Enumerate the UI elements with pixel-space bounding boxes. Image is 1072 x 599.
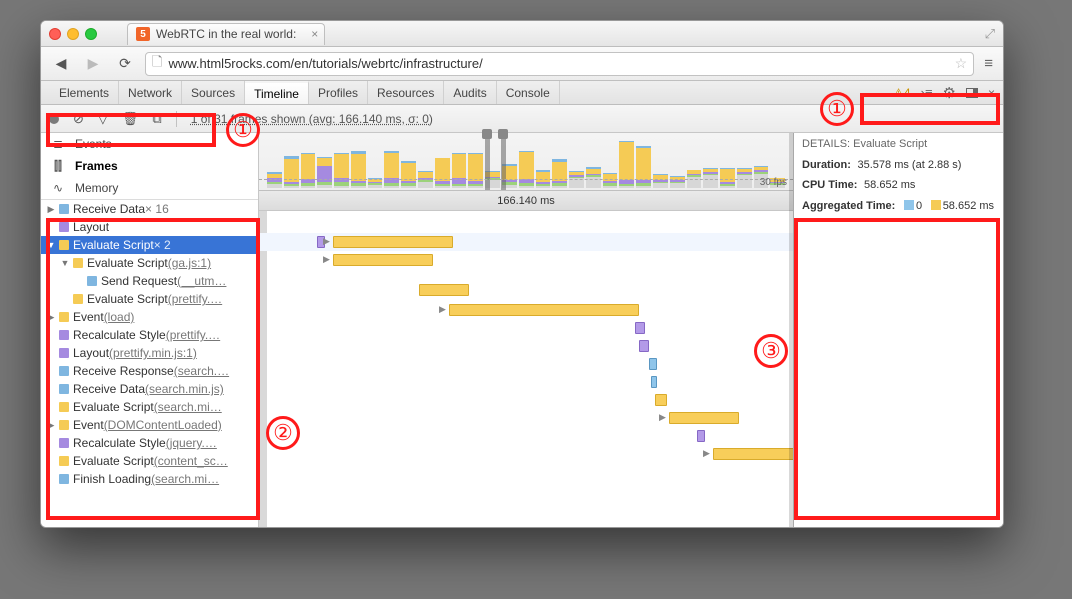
details-title: DETAILS: Evaluate Script (794, 133, 1003, 155)
devtools-panel: ElementsNetworkSourcesTimelineProfilesRe… (41, 81, 1003, 527)
time-ruler: 166.140 ms (259, 190, 793, 210)
url-text: www.html5rocks.com/en/tutorials/webrtc/i… (168, 56, 482, 71)
record-row[interactable]: Receive Data (search.min.js) (41, 380, 258, 398)
site-info-icon[interactable]: 🗋 (152, 53, 162, 75)
close-devtools-icon[interactable]: × (988, 86, 995, 100)
address-bar[interactable]: 🗋 www.html5rocks.com/en/tutorials/webrtc… (145, 52, 974, 76)
chrome-menu-icon[interactable]: ≡ (982, 55, 995, 72)
timeline-sidebar: ≣Events ⫿⫿Frames ∿Memory ▶Receive Data ×… (41, 133, 259, 527)
dock-side-icon[interactable] (966, 88, 978, 98)
events-icon: ≣ (49, 137, 67, 151)
zoom-window-icon[interactable] (85, 28, 97, 40)
devtools-tab-console[interactable]: Console (497, 81, 560, 104)
details-cpu-time: 58.652 ms (864, 179, 915, 191)
view-frames[interactable]: ⫿⫿Frames (41, 155, 258, 177)
record-row[interactable]: Evaluate Script (content_sc… (41, 452, 258, 470)
record-button[interactable] (49, 114, 59, 124)
records-list[interactable]: ▶Receive Data × 16Layout▼Evaluate Script… (41, 200, 258, 527)
devtools-tab-resources[interactable]: Resources (368, 81, 444, 104)
flame-chart-toggle[interactable]: ⧉ (152, 111, 161, 127)
timeline-toolbar: ⊘ ▽ 🗑 ⧉ 1 of 31 frames shown (avg: 166.1… (41, 105, 1003, 133)
devtools-tab-sources[interactable]: Sources (182, 81, 245, 104)
back-button[interactable]: ◀ (49, 53, 73, 75)
record-row[interactable]: Evaluate Script (search.mi… (41, 398, 258, 416)
devtools-tab-elements[interactable]: Elements (41, 81, 119, 104)
record-row[interactable]: Recalculate Style (jquery.… (41, 434, 258, 452)
browser-toolbar: ◀ ▶ ⟳ 🗋 www.html5rocks.com/en/tutorials/… (41, 47, 1003, 81)
garbage-collect-button[interactable]: 🗑 (122, 111, 139, 127)
settings-gear-icon[interactable]: ⚙ (943, 84, 956, 102)
record-row[interactable]: Send Request (__utm… (41, 272, 258, 290)
timeline-main: 30 fps 166.140 ms ▶▶▶▶▶ (259, 133, 793, 527)
record-row[interactable]: Receive Response (search.… (41, 362, 258, 380)
details-agg-time: 58.652 ms (943, 200, 994, 212)
fps-guide-label: 30 fps (760, 177, 787, 188)
record-row[interactable]: Recalculate Style (prettify.… (41, 326, 258, 344)
titlebar: 5 WebRTC in the real world: × ⤢ (41, 21, 1003, 47)
record-row[interactable]: Layout (41, 218, 258, 236)
details-duration: 35.578 ms (at 2.88 s) (858, 159, 962, 171)
reload-button[interactable]: ⟳ (113, 53, 137, 75)
window-controls (49, 28, 97, 40)
devtools-tabbar: ElementsNetworkSourcesTimelineProfilesRe… (41, 81, 1003, 105)
devtools-tab-timeline[interactable]: Timeline (245, 81, 309, 104)
record-row[interactable]: ▼Evaluate Script (ga.js:1) (41, 254, 258, 272)
frames-status-text: 1 of 31 frames shown (avg: 166.140 ms, σ… (191, 112, 433, 126)
forward-button[interactable]: ▶ (81, 53, 105, 75)
minimize-window-icon[interactable] (67, 28, 79, 40)
filter-button[interactable]: ▽ (98, 111, 108, 127)
record-row[interactable]: ▼Evaluate Script × 2 (41, 236, 258, 254)
view-memory[interactable]: ∿Memory (41, 177, 258, 199)
console-drawer-icon[interactable]: ›≡ (921, 85, 933, 100)
flame-chart[interactable]: ▶▶▶▶▶ (259, 211, 793, 527)
view-events[interactable]: ≣Events (41, 133, 258, 155)
browser-tab[interactable]: 5 WebRTC in the real world: × (127, 23, 325, 45)
record-row[interactable]: ▶Event (DOMContentLoaded) (41, 416, 258, 434)
record-row[interactable]: Finish Loading (search.mi… (41, 470, 258, 488)
memory-icon: ∿ (49, 181, 67, 195)
close-tab-icon[interactable]: × (311, 27, 318, 41)
browser-window: 5 WebRTC in the real world: × ⤢ ◀ ▶ ⟳ 🗋 … (40, 20, 1004, 528)
bookmark-icon[interactable]: ☆ (955, 55, 968, 72)
record-row[interactable]: Layout (prettify.min.js:1) (41, 344, 258, 362)
overview-chart[interactable]: 30 fps 166.140 ms (259, 133, 793, 211)
devtools-tab-profiles[interactable]: Profiles (309, 81, 368, 104)
clear-button[interactable]: ⊘ (73, 111, 84, 127)
devtools-tab-audits[interactable]: Audits (444, 81, 496, 104)
fullscreen-icon[interactable]: ⤢ (985, 26, 995, 42)
record-row[interactable]: ▶Receive Data × 16 (41, 200, 258, 218)
record-row[interactable]: Evaluate Script (prettify.… (41, 290, 258, 308)
frames-icon: ⫿⫿ (49, 159, 67, 174)
warnings-badge[interactable]: ⚠4 (893, 86, 910, 100)
tab-title: WebRTC in the real world: (156, 27, 296, 41)
details-pane: DETAILS: Evaluate Script Duration: 35.57… (793, 133, 1003, 527)
devtools-tab-network[interactable]: Network (119, 81, 182, 104)
html5-favicon-icon: 5 (136, 27, 150, 41)
record-row[interactable]: ▶Event (load) (41, 308, 258, 326)
close-window-icon[interactable] (49, 28, 61, 40)
